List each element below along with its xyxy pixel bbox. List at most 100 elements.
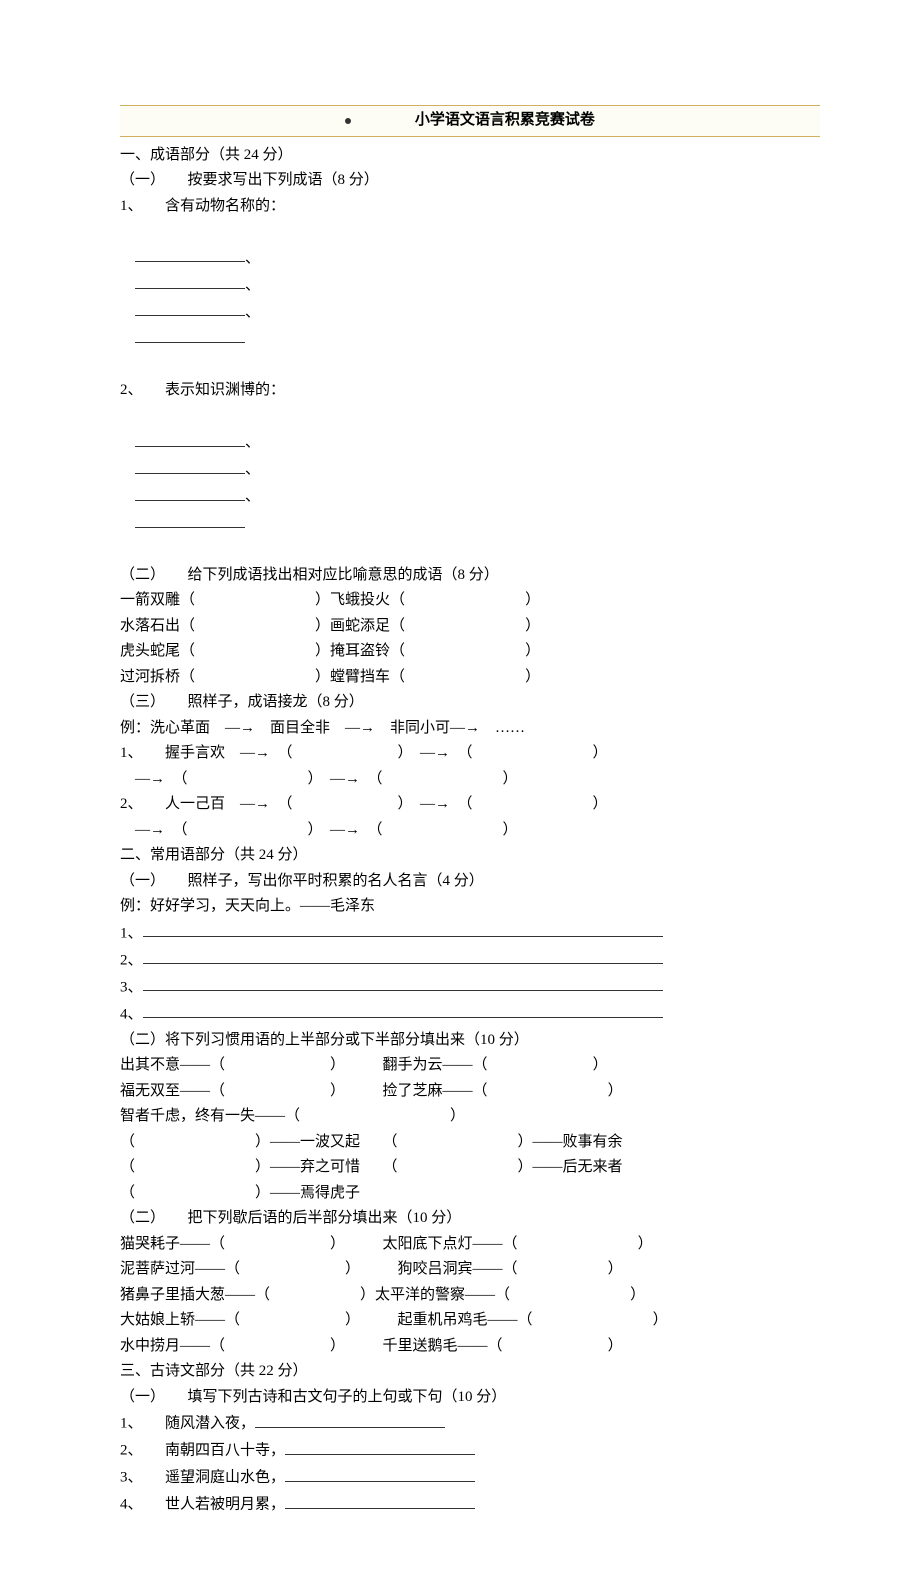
s1-p2-l3: 虎头蛇尾（ ）掩耳盗铃（ ） bbox=[120, 639, 820, 665]
text: ） bbox=[525, 643, 540, 659]
text: ） 狗咬吕洞宾——（ bbox=[345, 1261, 518, 1277]
text: 4、 bbox=[120, 1006, 143, 1022]
title-row: 小学语文语言积累竞赛试卷 bbox=[120, 105, 820, 137]
s1-p3-i1a: 1、 握手言欢 ―→ （ ） ―→ （ ） bbox=[120, 741, 820, 767]
s1-p2-heading: （二） 给下列成语找出相对应比喻意思的成语（8 分） bbox=[120, 563, 820, 589]
s3-p1-i2: 2、 南朝四百八十寺， bbox=[120, 1437, 820, 1464]
text: 虎头蛇尾（ bbox=[120, 643, 195, 659]
text: 泥菩萨过河——（ bbox=[120, 1261, 240, 1277]
blank-input[interactable] bbox=[255, 1410, 445, 1428]
blank-input[interactable] bbox=[135, 456, 245, 474]
s1-p3-example: 例：洗心革面 ―→ 面目全非 ―→ 非同小可―→ …… bbox=[120, 716, 820, 742]
text: 智者千虑，终有一失——（ bbox=[120, 1108, 300, 1124]
blank-input[interactable] bbox=[135, 299, 245, 317]
s1-p3-i2a: 2、 人一己百 ―→ （ ） ―→ （ ） bbox=[120, 792, 820, 818]
s1-p1-blank1: 、 、 、 bbox=[120, 219, 820, 378]
text: ）掩耳盗铃（ bbox=[315, 643, 405, 659]
blank-input[interactable] bbox=[143, 947, 663, 965]
s2-p3-l4: 大姑娘上轿——（ ） 起重机吊鸡毛——（ ） bbox=[120, 1308, 820, 1334]
s2-p3-l3: 猪鼻子里插大葱——（ ）太平洋的警察——（ ） bbox=[120, 1283, 820, 1309]
s2-p1-heading: （一） 照样子，写出你平时积累的名人名言（4 分） bbox=[120, 869, 820, 895]
blank-input[interactable] bbox=[135, 272, 245, 290]
text: 猫哭耗子——（ bbox=[120, 1236, 225, 1252]
s2-p3-l1: 猫哭耗子——（ ） 太阳底下点灯——（ ） bbox=[120, 1232, 820, 1258]
s3-p1-i4: 4、 世人若被明月累， bbox=[120, 1491, 820, 1518]
s1-p2-l1: 一箭双雕（ ）飞蛾投火（ ） bbox=[120, 588, 820, 614]
text: 3、 bbox=[120, 979, 143, 995]
s2-p2-heading: （二）将下列习惯用语的上半部分或下半部分填出来（10 分） bbox=[120, 1028, 820, 1054]
s1-p1-item1: 1、 含有动物名称的： bbox=[120, 194, 820, 220]
text: ） bbox=[638, 1236, 653, 1252]
s3-p1-i3: 3、 遥望洞庭山水色， bbox=[120, 1464, 820, 1491]
text: ） bbox=[450, 1108, 465, 1124]
section1-heading: 一、成语部分（共 24 分） bbox=[120, 143, 820, 169]
text: ） bbox=[525, 592, 540, 608]
blank-input[interactable] bbox=[285, 1464, 475, 1482]
s2-p1-i1: 1、 bbox=[120, 920, 820, 947]
s2-p2-l3: 智者千虑，终有一失——（ ） bbox=[120, 1104, 820, 1130]
text: ） bbox=[608, 1083, 623, 1099]
blank-input[interactable] bbox=[135, 429, 245, 447]
text: 猪鼻子里插大葱——（ bbox=[120, 1287, 270, 1303]
blank-input[interactable] bbox=[135, 510, 245, 528]
s2-p1-example: 例：好好学习，天天向上。——毛泽东 bbox=[120, 894, 820, 920]
s2-p1-i4: 4、 bbox=[120, 1001, 820, 1028]
text: 1、 随风潜入夜， bbox=[120, 1416, 255, 1432]
s2-p3-heading: （二） 把下列歇后语的后半部分填出来（10 分） bbox=[120, 1206, 820, 1232]
text: ） bbox=[630, 1287, 645, 1303]
text: 2、 bbox=[120, 952, 143, 968]
text: 4、 世人若被明月累， bbox=[120, 1497, 285, 1513]
text: ）太平洋的警察——（ bbox=[360, 1287, 510, 1303]
bullet-icon bbox=[345, 118, 351, 124]
s2-p2-l2: 福无双至——（ ） 捡了芝麻——（ ） bbox=[120, 1079, 820, 1105]
text: 2、 南朝四百八十寺， bbox=[120, 1443, 285, 1459]
text: 3、 遥望洞庭山水色， bbox=[120, 1470, 285, 1486]
s2-p2-l6: （ ）——焉得虎子 bbox=[120, 1181, 820, 1207]
text: ） 太阳底下点灯——（ bbox=[330, 1236, 518, 1252]
text: ）画蛇添足（ bbox=[315, 618, 405, 634]
s1-p1-blank2: 、 、 、 bbox=[120, 404, 820, 563]
text: ）飞蛾投火（ bbox=[315, 592, 405, 608]
blank-input[interactable] bbox=[135, 326, 245, 344]
blank-input[interactable] bbox=[143, 1001, 663, 1019]
s3-p1-i1: 1、 随风潜入夜， bbox=[120, 1410, 820, 1437]
section3-heading: 三、古诗文部分（共 22 分） bbox=[120, 1359, 820, 1385]
s1-p2-l2: 水落石出（ ）画蛇添足（ ） bbox=[120, 614, 820, 640]
blank-input[interactable] bbox=[135, 245, 245, 263]
s1-p3-i1b: ―→ （ ） ―→ （ ） bbox=[120, 767, 820, 793]
text: 一箭双雕（ bbox=[120, 592, 195, 608]
blank-input[interactable] bbox=[285, 1491, 475, 1509]
text: 水落石出（ bbox=[120, 618, 195, 634]
text: ） bbox=[593, 1057, 608, 1073]
text: ）螳臂挡车（ bbox=[315, 669, 405, 685]
s3-p1-heading: （一） 填写下列古诗和古文句子的上句或下句（10 分） bbox=[120, 1385, 820, 1411]
s1-p1-heading: （一） 按要求写出下列成语（8 分） bbox=[120, 168, 820, 194]
text: ） bbox=[608, 1261, 623, 1277]
s2-p1-i2: 2、 bbox=[120, 947, 820, 974]
s1-p3-heading: （三） 照样子，成语接龙（8 分） bbox=[120, 690, 820, 716]
text: ） 捡了芝麻——（ bbox=[330, 1083, 488, 1099]
blank-input[interactable] bbox=[143, 974, 663, 992]
s2-p1-i3: 3、 bbox=[120, 974, 820, 1001]
text: ） bbox=[525, 669, 540, 685]
s2-p3-l2: 泥菩萨过河——（ ） 狗咬吕洞宾——（ ） bbox=[120, 1257, 820, 1283]
section2-heading: 二、常用语部分（共 24 分） bbox=[120, 843, 820, 869]
text: ） 千里送鹅毛——（ bbox=[330, 1338, 503, 1354]
text: 出其不意——（ bbox=[120, 1057, 225, 1073]
text: 大姑娘上轿——（ bbox=[120, 1312, 240, 1328]
blank-input[interactable] bbox=[135, 483, 245, 501]
s2-p2-l1: 出其不意——（ ） 翻手为云——（ ） bbox=[120, 1053, 820, 1079]
s2-p2-l4: （ ）——一波又起 （ ）——败事有余 bbox=[120, 1130, 820, 1156]
text: ） bbox=[653, 1312, 668, 1328]
blank-input[interactable] bbox=[285, 1437, 475, 1455]
s1-p2-l4: 过河拆桥（ ）螳臂挡车（ ） bbox=[120, 665, 820, 691]
s2-p3-l5: 水中捞月——（ ） 千里送鹅毛——（ ） bbox=[120, 1334, 820, 1360]
text: ） bbox=[525, 618, 540, 634]
blank-input[interactable] bbox=[143, 920, 663, 938]
text: ） bbox=[608, 1338, 623, 1354]
text: ） 起重机吊鸡毛——（ bbox=[345, 1312, 533, 1328]
text: ） 翻手为云——（ bbox=[330, 1057, 488, 1073]
s1-p1-item2: 2、 表示知识渊博的： bbox=[120, 378, 820, 404]
text: 水中捞月——（ bbox=[120, 1338, 225, 1354]
text: 过河拆桥（ bbox=[120, 669, 195, 685]
